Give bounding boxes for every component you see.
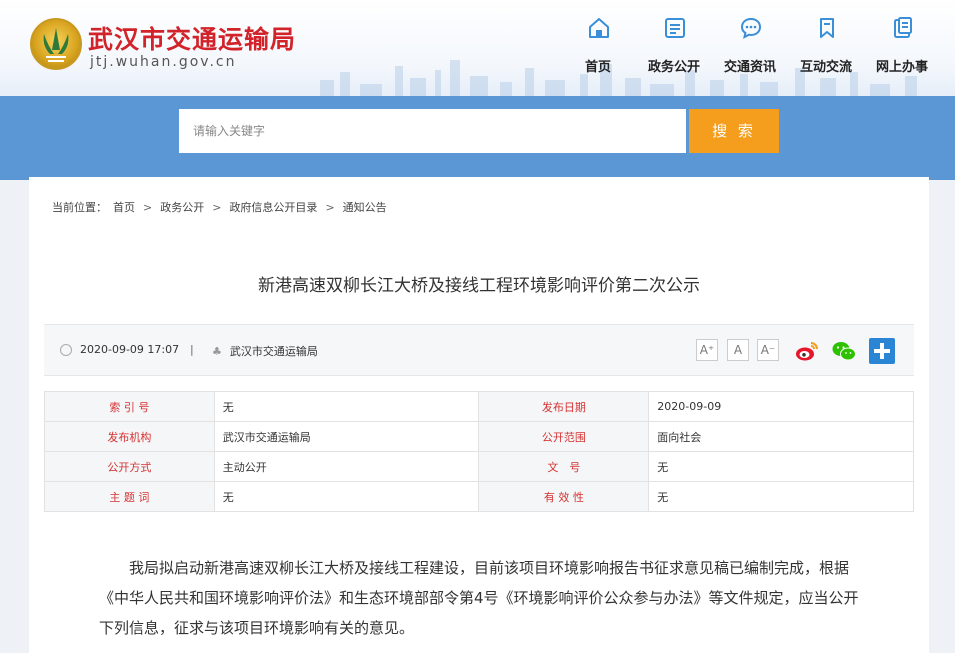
- nav-item-online-services[interactable]: 网上办事: [864, 12, 940, 82]
- table-key: 公开方式: [44, 451, 215, 482]
- breadcrumb-separator: >: [325, 200, 335, 214]
- bookmark-icon: [820, 18, 834, 38]
- nav-item-government-affairs[interactable]: 政务公开: [636, 12, 712, 82]
- document-info-table: 索 引 号 无 发布日期 2020-09-09 发布机构 武汉市交通运输局 公开…: [44, 391, 914, 512]
- nav-item-label: 网上办事: [875, 60, 928, 75]
- breadcrumb-separator: >: [143, 200, 153, 214]
- nav-item-label: 政务公开: [647, 60, 700, 75]
- weibo-icon[interactable]: [794, 338, 820, 364]
- table-value: 武汉市交通运输局: [213, 421, 480, 452]
- organization-icon: ♣: [212, 344, 222, 358]
- article-source: ♣ 武汉市交通运输局: [212, 343, 318, 359]
- table-value: 面向社会: [648, 421, 914, 452]
- breadcrumb-separator: >: [212, 200, 222, 214]
- article-paragraph: 我局拟启动新港高速双柳长江大桥及接线工程建设，目前该项目环境影响报告书征求意见稿…: [99, 559, 859, 637]
- nav-item-label: 互动交流: [799, 60, 852, 75]
- table-value: 2020-09-09: [648, 391, 914, 422]
- table-value: 主动公开: [213, 451, 480, 482]
- site-header: 武汉市交通运输局 jtj.wuhan.gov.cn 首页 政务公开 交通资讯 互…: [0, 0, 955, 96]
- article-meta-bar: 2020-09-09 17:07 | ♣ 武汉市交通运输局 A⁺ A A⁻: [44, 324, 914, 376]
- nav-item-traffic-news[interactable]: 交通资讯: [712, 12, 788, 82]
- plus-share-icon[interactable]: [869, 338, 895, 364]
- search-button[interactable]: 搜 索: [689, 109, 779, 153]
- site-domain: jtj.wuhan.gov.cn: [90, 54, 237, 70]
- table-key: 发布机构: [44, 421, 215, 452]
- table-row: 主 题 词 无 有 效 性 无: [44, 481, 914, 512]
- breadcrumb-item-notices[interactable]: 通知公告: [343, 199, 387, 215]
- breadcrumb-prefix: 当前位置：: [52, 201, 107, 214]
- document-icon: [665, 18, 685, 38]
- nav-item-label: 交通资讯: [723, 60, 776, 75]
- clock-icon: [60, 343, 72, 356]
- table-key: 主 题 词: [44, 481, 215, 512]
- nav-item-interaction[interactable]: 互动交流: [788, 12, 864, 82]
- datetime-text: 2020-09-09 17:07: [80, 343, 180, 356]
- table-key: 有 效 性: [478, 481, 650, 512]
- font-decrease-button[interactable]: A⁻: [757, 339, 779, 361]
- table-row: 公开方式 主动公开 文 号 无: [44, 451, 914, 482]
- table-row: 发布机构 武汉市交通运输局 公开范围 面向社会: [44, 421, 914, 452]
- wechat-icon[interactable]: [831, 338, 857, 364]
- table-key: 公开范围: [478, 421, 650, 452]
- breadcrumb: 当前位置： 首页 > 政务公开 > 政府信息公开目录 > 通知公告: [52, 199, 387, 215]
- nav-item-label: 首页: [584, 60, 611, 75]
- table-value: 无: [213, 481, 480, 512]
- font-increase-button[interactable]: A⁺: [696, 339, 718, 361]
- font-default-button[interactable]: A: [727, 339, 749, 361]
- home-icon: [589, 18, 609, 38]
- main-nav: 首页 政务公开 交通资讯 互动交流 网上办事: [560, 12, 940, 82]
- breadcrumb-item-government-affairs[interactable]: 政务公开: [160, 199, 204, 215]
- publish-datetime: 2020-09-09 17:07: [60, 343, 179, 356]
- site-logo[interactable]: [30, 18, 82, 70]
- table-key: 索 引 号: [44, 391, 215, 422]
- table-key: 发布日期: [478, 391, 650, 422]
- clipboard-icon: [894, 17, 912, 38]
- table-value: 无: [213, 391, 480, 422]
- table-key: 文 号: [478, 451, 650, 482]
- meta-divider: |: [190, 343, 194, 356]
- nav-item-home[interactable]: 首页: [560, 12, 636, 82]
- source-text: 武汉市交通运输局: [229, 345, 318, 358]
- table-value: 无: [648, 481, 914, 512]
- article-body: 我局拟启动新港高速双柳长江大桥及接线工程建设，目前该项目环境影响报告书征求意见稿…: [99, 553, 861, 643]
- chat-bubble-icon: [740, 17, 762, 39]
- site-title: 武汉市交通运输局: [88, 25, 297, 54]
- breadcrumb-item-info-catalog[interactable]: 政府信息公开目录: [229, 199, 317, 215]
- breadcrumb-item-home[interactable]: 首页: [113, 199, 135, 215]
- article-title: 新港高速双柳长江大桥及接线工程环境影响评价第二次公示: [258, 276, 700, 296]
- table-value: 无: [648, 451, 914, 482]
- search-input[interactable]: 请输入关键字: [179, 109, 686, 153]
- table-row: 索 引 号 无 发布日期 2020-09-09: [44, 391, 914, 422]
